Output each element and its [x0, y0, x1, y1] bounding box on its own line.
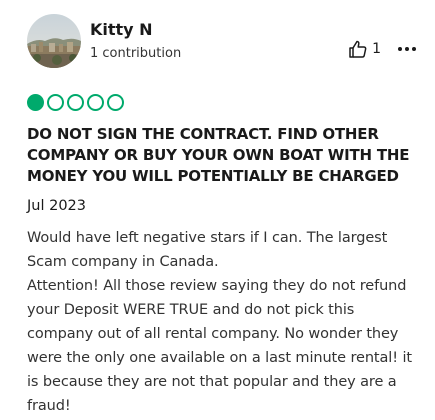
contribution-count: 1 contribution	[90, 46, 182, 61]
rating-bubble-empty	[47, 94, 64, 111]
review-header: Kitty N 1 contribution 1	[27, 14, 417, 74]
reviewer-name[interactable]: Kitty N	[90, 20, 181, 40]
rating-bubble-empty	[107, 94, 124, 111]
review-body: Would have left negative stars if I can.…	[27, 230, 412, 414]
more-options-icon[interactable]	[397, 39, 417, 59]
review-actions: 1	[348, 38, 417, 60]
avatar-image	[27, 14, 81, 68]
avatar[interactable]	[27, 14, 81, 68]
rating-bubble-empty	[67, 94, 84, 111]
thumbs-up-icon	[348, 39, 368, 59]
rating-bubble-filled	[27, 94, 44, 111]
reviewer-info: Kitty N 1 contribution	[90, 20, 181, 63]
helpful-count: 1	[372, 41, 381, 57]
bubble-rating	[27, 94, 124, 111]
review-card: Kitty N 1 contribution 1 DO NOT SIGN THE…	[0, 0, 435, 420]
review-title[interactable]: DO NOT SIGN THE CONTRACT. FIND OTHER COM…	[27, 124, 422, 187]
review-date: Jul 2023	[27, 198, 87, 214]
rating-bubble-empty	[87, 94, 104, 111]
helpful-vote-button[interactable]: 1	[348, 39, 381, 59]
